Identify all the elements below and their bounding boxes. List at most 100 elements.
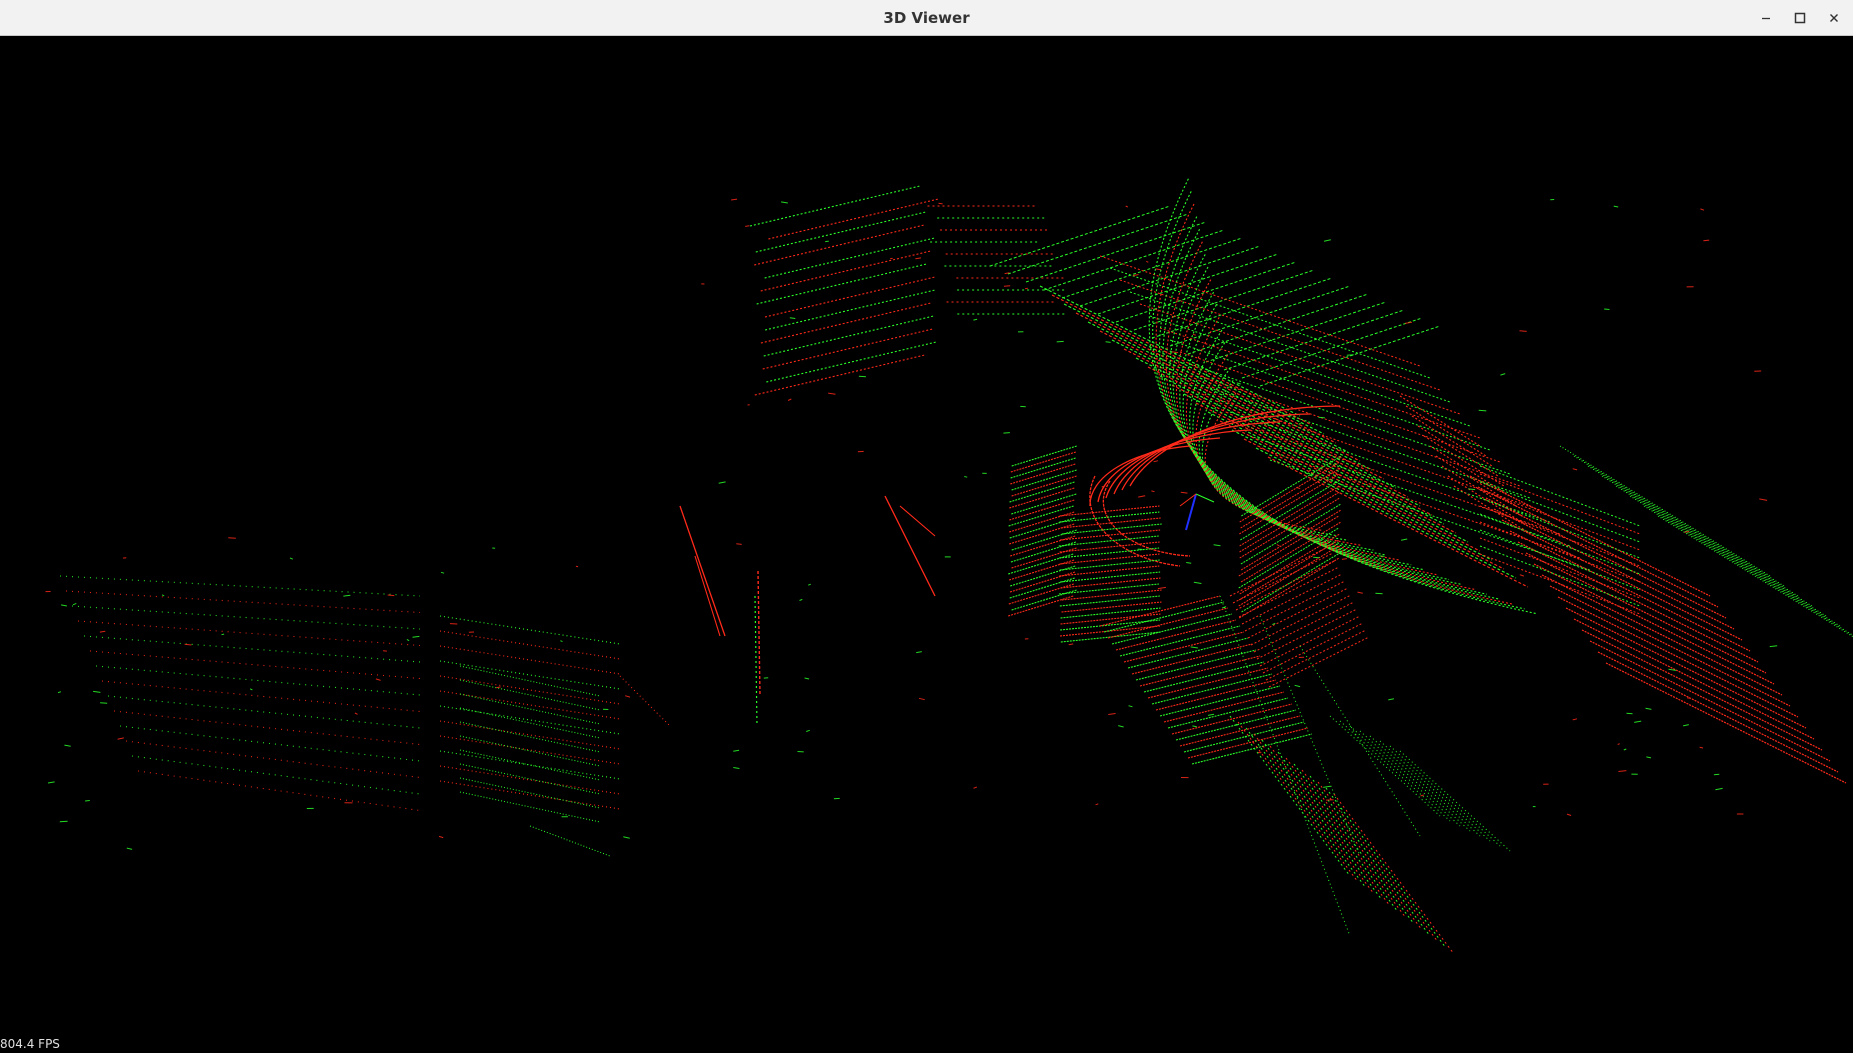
scan-line (1519, 574, 1525, 577)
scan-line (1646, 756, 1652, 759)
scan-line (89, 650, 421, 680)
scan-line (625, 695, 631, 698)
scan-line (1277, 751, 1399, 913)
scan-line (1010, 451, 1076, 473)
scan-line (733, 767, 740, 769)
scan-line (289, 557, 294, 560)
scan-line (1329, 715, 1441, 817)
scan-line (72, 602, 77, 606)
scan-line (1059, 505, 1160, 517)
scan-line (1236, 382, 1241, 385)
scan-line (107, 695, 421, 729)
scan-line (1060, 571, 1161, 583)
scan-line (61, 604, 67, 607)
scan-line (1009, 511, 1075, 533)
scan-ring (1179, 291, 1424, 571)
close-button[interactable] (1822, 6, 1846, 30)
maximize-button[interactable] (1788, 6, 1812, 30)
scan-line (1276, 544, 1280, 547)
scan-line (1239, 491, 1340, 553)
scan-line (59, 820, 68, 823)
scan-line (1323, 785, 1331, 788)
title-bar[interactable]: 3D Viewer (0, 0, 1853, 36)
point-cloud[interactable] (0, 36, 1853, 1053)
scan-line (125, 740, 421, 779)
scan-line (1285, 757, 1407, 919)
scan-line (343, 594, 351, 597)
scan-line (1401, 538, 1408, 541)
scan-line (1493, 508, 1735, 630)
scan-line (1238, 545, 1339, 607)
scan-line (1118, 725, 1124, 728)
scan-line (1138, 495, 1146, 498)
scan-line (828, 392, 836, 395)
scan-line (137, 770, 421, 812)
3d-viewport[interactable]: 804.4 FPS (0, 36, 1853, 1053)
scan-line (85, 800, 90, 802)
scan-line (1501, 519, 1743, 641)
scan-line (1059, 559, 1160, 571)
scan-line (1059, 595, 1160, 607)
scan-line (1207, 411, 1469, 543)
scan-line (1417, 425, 1499, 477)
scan-line (745, 225, 750, 227)
scan-line (1269, 745, 1391, 907)
scan-line (1375, 592, 1383, 595)
scan-line (764, 289, 936, 331)
scan-line (117, 737, 124, 740)
scan-line (1171, 351, 1179, 354)
scan-line (1061, 523, 1162, 535)
scan-line (1587, 465, 1799, 597)
scan-line (57, 691, 62, 694)
scan-line (899, 505, 936, 537)
scan-line (623, 836, 630, 839)
scan-line (1388, 698, 1395, 701)
scan-line (1010, 457, 1076, 479)
scan-line (59, 575, 421, 597)
scan-line (459, 693, 601, 725)
scan-line (1139, 303, 1461, 415)
scan-line (1645, 707, 1652, 710)
scan-line (1155, 268, 1161, 271)
scan-line (439, 720, 621, 750)
scan-line (1420, 794, 1425, 797)
scan-line (938, 202, 943, 205)
scan-line (749, 185, 921, 227)
minimize-button[interactable] (1754, 6, 1778, 30)
scan-line (918, 697, 925, 701)
scan-line (1272, 622, 1276, 626)
scan-line (1010, 535, 1076, 557)
scan-line (1060, 607, 1161, 619)
scan-line (221, 633, 225, 636)
scan-line (1299, 645, 1421, 837)
scan-line (1429, 445, 1511, 497)
scan-line (459, 735, 601, 767)
scan-line (1101, 485, 1106, 488)
scan-line (1618, 770, 1627, 772)
scan-line (1010, 463, 1076, 485)
scan-line (915, 257, 922, 260)
scan-line (1572, 718, 1578, 721)
scan-line (1186, 562, 1192, 564)
scan-line (439, 615, 621, 645)
scan-line (1478, 409, 1487, 412)
scan-line (764, 237, 935, 279)
scan-line (1759, 498, 1768, 501)
scan-line (1159, 327, 1481, 439)
scan-line (964, 476, 968, 478)
scan-line (1389, 745, 1501, 847)
scan-line (1615, 485, 1827, 617)
scan-line (1341, 558, 1347, 560)
scan-ring (1097, 437, 1221, 503)
scan-line (1058, 583, 1159, 595)
scan-line (756, 263, 927, 305)
scan-line (1240, 467, 1341, 529)
scan-line (1059, 565, 1160, 577)
scan-line (95, 665, 421, 696)
scan-line (99, 630, 106, 633)
scan-line (1061, 601, 1162, 613)
scan-line (1179, 351, 1501, 463)
scan-line (733, 749, 740, 752)
scan-line (459, 665, 601, 697)
scan-line (1109, 267, 1431, 379)
